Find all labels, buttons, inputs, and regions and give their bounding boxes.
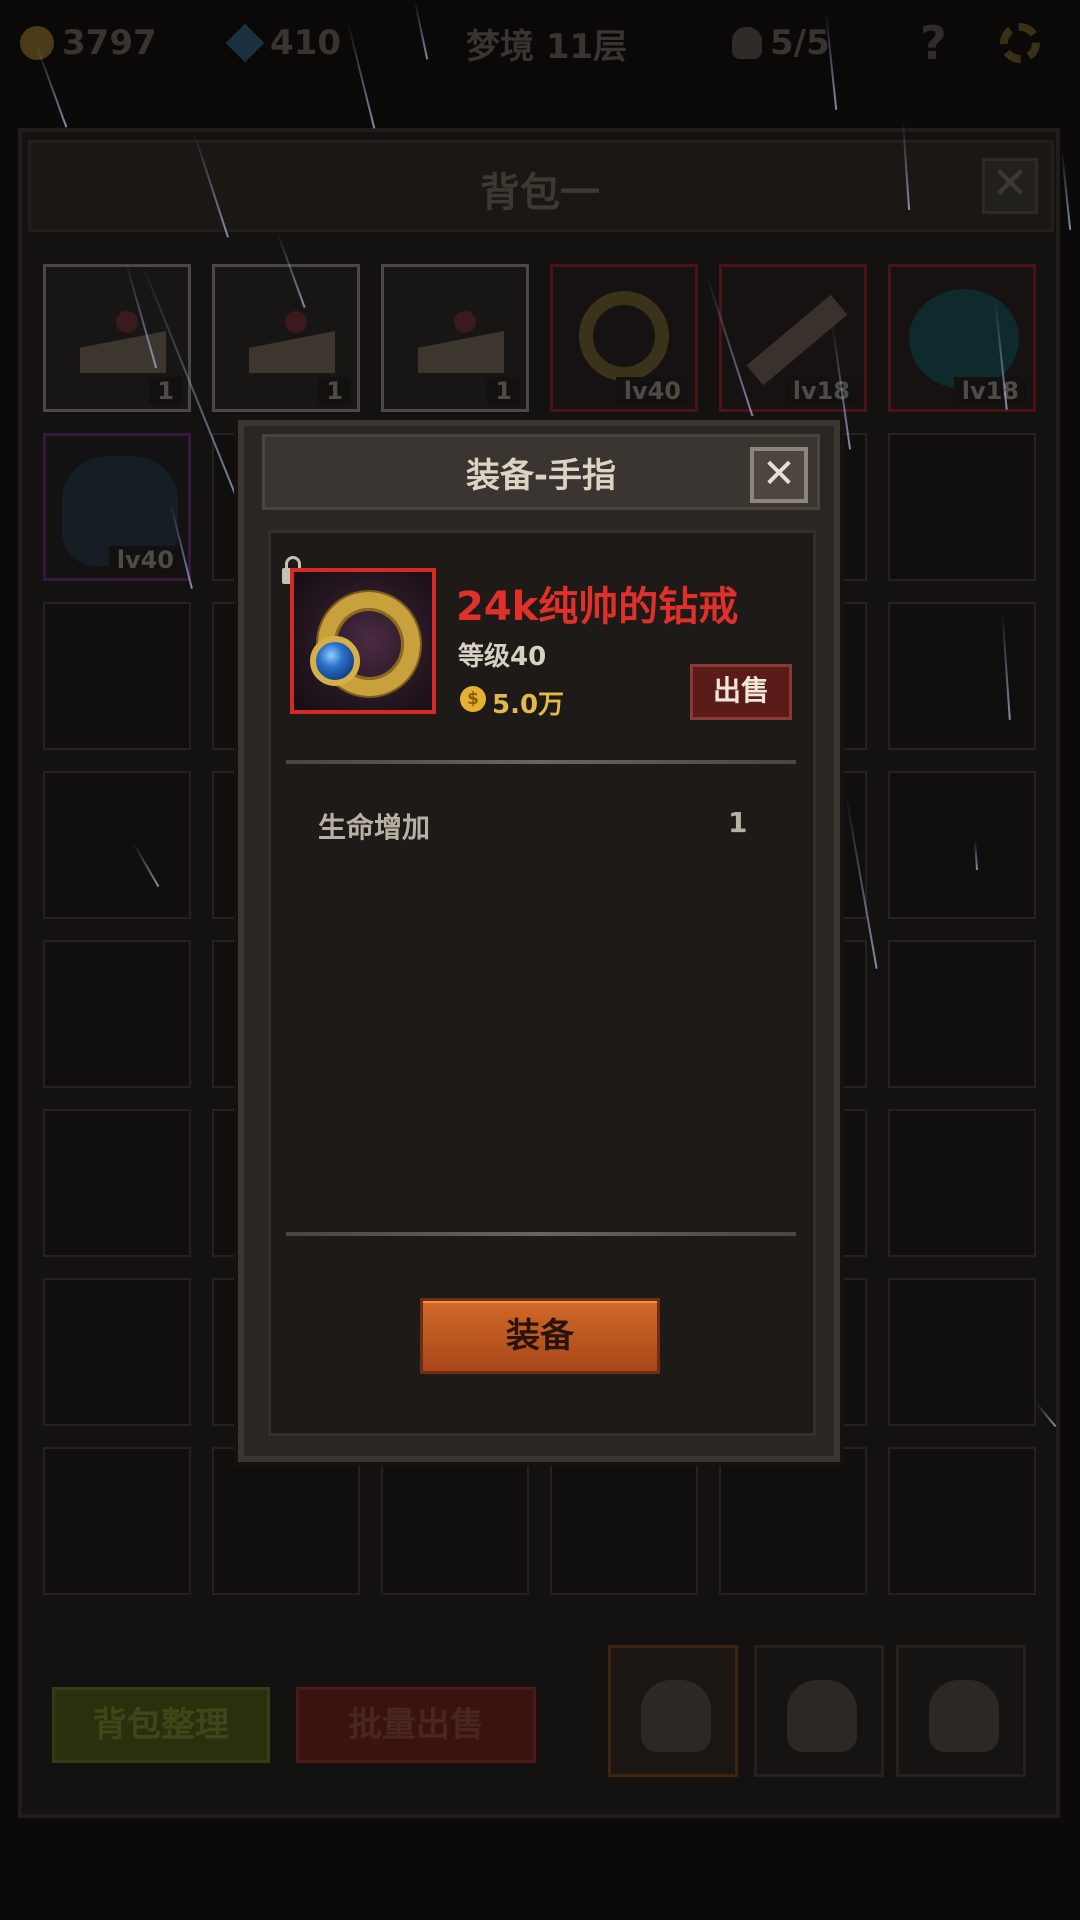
slot-badge: lv40 [108,546,182,574]
inventory-slot[interactable]: lv40 [550,264,698,412]
inventory-slot[interactable] [888,433,1036,581]
inventory-slot[interactable] [43,940,191,1088]
gear-icon [1000,23,1040,63]
backpack-title: 背包一 [480,170,600,216]
backpack-tab-1[interactable] [608,1645,738,1777]
item-level: 等级40 [458,642,547,672]
inventory-slot[interactable]: lv18 [719,264,867,412]
modal-close-button[interactable]: ✕ [750,447,808,503]
divider-bottom [286,1232,796,1236]
inventory-slot[interactable] [43,771,191,919]
attribute-value: 1 [728,806,748,839]
inventory-slot[interactable] [43,1278,191,1426]
inventory-slot[interactable]: 1 [212,264,360,412]
item-icon-frame [290,568,436,714]
backpack-tab-2[interactable] [754,1645,884,1777]
slot-badge: 1 [149,377,182,405]
inventory-slot[interactable]: 1 [381,264,529,412]
gem-icon [225,23,265,63]
item-price: 5.0万 [492,690,565,720]
ring-icon [579,291,669,381]
inventory-slot[interactable] [212,1447,360,1595]
equip-button[interactable]: 装备 [420,1298,660,1374]
batch-sell-button[interactable]: 批量出售 [296,1687,536,1763]
inventory-slot[interactable] [888,1109,1036,1257]
inventory-slot[interactable] [43,602,191,750]
backpack-icon [641,1680,711,1752]
cake-icon [241,303,337,375]
slot-badge: 1 [487,377,520,405]
dagger-icon [746,294,848,386]
backpack-icon [787,1680,857,1752]
inventory-slot[interactable] [888,771,1036,919]
gem-amount: 410 [270,23,341,63]
item-name: 24k纯帅的钻戒 [456,584,739,630]
slot-badge: lv18 [784,377,858,405]
coin-icon: $ [460,686,486,712]
lives-counter: 5/5 [732,18,830,68]
backpack-close-button[interactable]: ✕ [982,158,1038,214]
inventory-slot[interactable] [550,1447,698,1595]
sell-button[interactable]: 出售 [690,664,792,720]
cake-icon [410,303,506,375]
inventory-slot[interactable] [888,940,1036,1088]
backpack-icon [929,1680,999,1752]
divider-top [286,760,796,764]
inventory-slot[interactable] [381,1447,529,1595]
lives-amount: 5/5 [770,23,830,63]
modal-title: 装备-手指 [465,456,617,496]
attribute-name: 生命增加 [318,811,431,844]
sort-backpack-button[interactable]: 背包整理 [52,1687,270,1763]
inventory-slot[interactable] [888,1278,1036,1426]
inventory-slot[interactable] [719,1447,867,1595]
inventory-slot[interactable] [43,1109,191,1257]
slot-badge: 1 [318,377,351,405]
gem-icon [310,636,360,686]
inventory-slot[interactable]: lv40 [43,433,191,581]
slot-badge: lv40 [615,377,689,405]
inventory-slot[interactable] [43,1447,191,1595]
help-icon[interactable]: ? [920,16,947,70]
inventory-slot[interactable]: lv18 [888,264,1036,412]
gold-amount: 3797 [62,23,157,63]
inventory-slot[interactable] [888,1447,1036,1595]
inventory-slot[interactable]: 1 [43,264,191,412]
skull-icon [732,27,762,59]
backpack-tab-3[interactable] [896,1645,1026,1777]
stage-text: 梦境 11层 [466,26,628,67]
settings-button[interactable] [1000,18,1040,68]
slot-badge: lv18 [953,377,1027,405]
inventory-slot[interactable] [888,602,1036,750]
gem-counter: 410 [225,18,341,68]
stage-label: 梦境 11层 [466,18,627,68]
